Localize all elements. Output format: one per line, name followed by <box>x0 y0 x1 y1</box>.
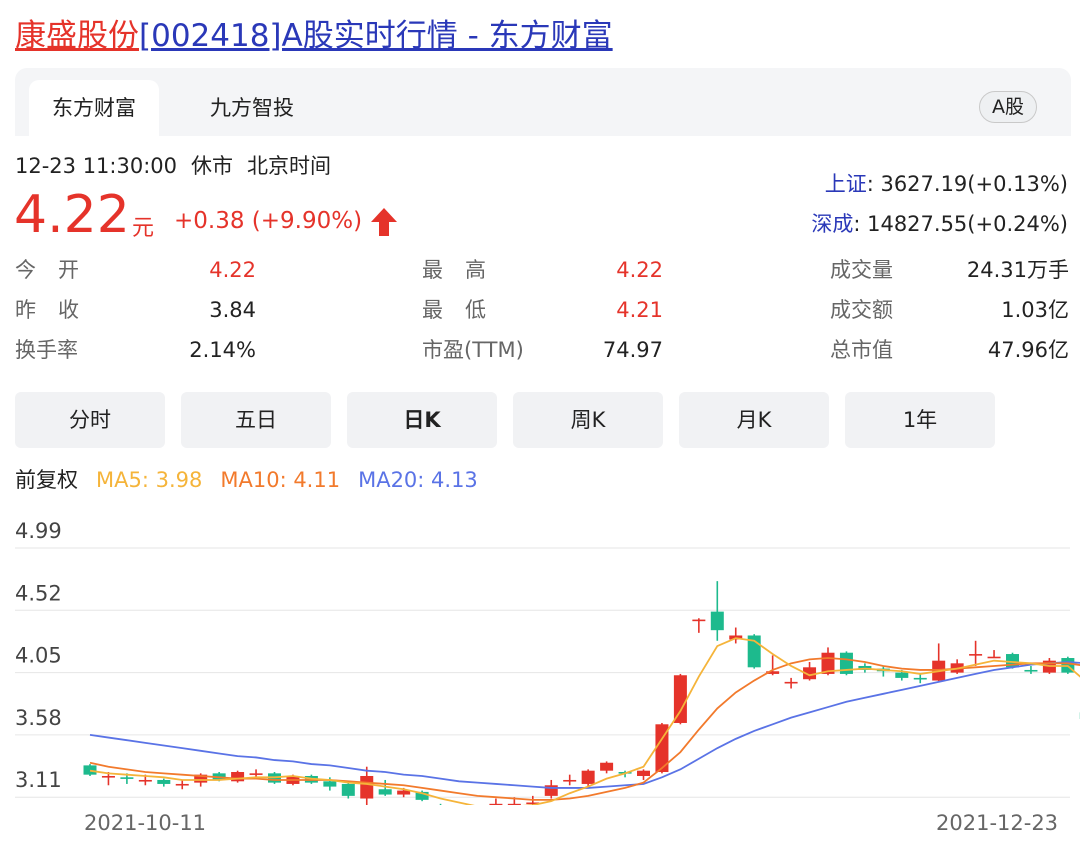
index-shenzhen-value: : 14827.55(+0.24%) <box>853 212 1068 236</box>
candle-body <box>987 656 1001 659</box>
candle-body <box>784 681 798 684</box>
current-price: 4.22 <box>14 185 130 245</box>
y-tick-label: 4.05 <box>15 644 62 668</box>
candle-body <box>360 775 374 799</box>
stock-name-link[interactable]: 康盛股份 <box>15 18 139 54</box>
index-shenzhen-link[interactable]: 深成 <box>811 212 853 236</box>
market-cap-value: 47.96亿 <box>987 338 1069 362</box>
y-tick-label: 3.11 <box>15 768 62 792</box>
ma-legend: 前复权 MA5: 3.98 MA10: 4.11 MA20: 4.13 <box>15 464 496 496</box>
candle-body <box>175 783 189 786</box>
candle-body <box>157 779 171 784</box>
trade-status: 12-23 11:30:00 休市 北京时间 <box>15 150 345 182</box>
pe-value: 74.97 <box>602 338 663 362</box>
page-title[interactable]: 康盛股份[002418]A股实时行情 - 东方财富 <box>15 14 613 58</box>
candle-body <box>341 783 355 796</box>
y-tick-label: 3.58 <box>15 706 62 730</box>
candle-body <box>489 803 503 805</box>
status-timezone: 北京时间 <box>247 154 332 178</box>
price-change: +0.38 (+9.90%) <box>174 208 363 234</box>
amount-value: 1.03亿 <box>1001 298 1069 322</box>
high-label: 最高 <box>422 258 508 282</box>
ma20-legend: MA20: 4.13 <box>358 468 478 492</box>
candle-body <box>600 762 614 771</box>
candle-body <box>969 654 983 656</box>
ma10-legend: MA10: 4.11 <box>220 468 341 492</box>
period-one-year[interactable]: 1年 <box>845 392 995 448</box>
candle-body <box>563 779 577 782</box>
open-label: 今开 <box>15 258 101 282</box>
index-shanghai-link[interactable]: 上证 <box>825 172 867 196</box>
candle-body <box>378 789 392 795</box>
ma5-legend: MA5: 3.98 <box>96 468 203 492</box>
status-state: 休市 <box>191 154 234 178</box>
period-daily-k[interactable]: 日K <box>347 392 497 448</box>
prev-close-value: 3.84 <box>209 298 256 322</box>
candle-body <box>895 672 909 678</box>
period-intraday[interactable]: 分时 <box>15 392 165 448</box>
candle-body <box>1024 669 1038 672</box>
open-value: 4.22 <box>209 258 256 282</box>
y-tick-label: 4.52 <box>15 581 62 605</box>
y-tick-label: 4.99 <box>15 519 62 543</box>
candle-body <box>692 619 706 622</box>
index-shanghai-value: : 3627.19(+0.13%) <box>866 172 1068 196</box>
turnover-rate-label: 换手率 <box>15 338 78 362</box>
candle-body <box>397 790 411 795</box>
amount-label: 成交额 <box>830 298 893 322</box>
candle-body <box>231 772 245 782</box>
candle-body <box>138 779 152 782</box>
candle-body <box>710 611 724 631</box>
ma20-line <box>89 661 1080 789</box>
title-link[interactable]: [002418]A股实时行情 - 东方财富 <box>139 18 613 54</box>
source-tab-bar: 东方财富 九方智投 A股 <box>15 68 1071 136</box>
turnover-rate-value: 2.14% <box>189 338 256 362</box>
x-axis-end-date: 2021-12-23 <box>936 811 1059 835</box>
index-shanghai: 上证: 3627.19(+0.13%) <box>825 168 1068 200</box>
low-label: 最低 <box>422 298 508 322</box>
period-monthly-k[interactable]: 月K <box>679 392 829 448</box>
high-value: 4.22 <box>616 258 663 282</box>
candle-body <box>83 765 97 775</box>
tab-jiufang[interactable]: 九方智投 <box>187 80 317 136</box>
pe-label: 市盈(TTM) <box>422 338 524 362</box>
kline-chart[interactable]: 4.99 4.52 4.05 3.58 3.11 <box>0 505 1080 805</box>
candle-body <box>101 775 115 778</box>
price-unit: 元 <box>132 216 155 241</box>
candle-body <box>249 773 263 775</box>
up-arrow-icon <box>371 208 397 236</box>
period-five-day[interactable]: 五日 <box>181 392 331 448</box>
low-value: 4.21 <box>616 298 663 322</box>
adjust-label[interactable]: 前复权 <box>15 468 78 492</box>
volume-value: 24.31万手 <box>966 258 1069 282</box>
market-cap-label: 总市值 <box>830 338 893 362</box>
candle-body <box>120 777 134 779</box>
x-axis-start-date: 2021-10-11 <box>84 811 207 835</box>
candle-body <box>507 803 521 805</box>
index-shenzhen: 深成: 14827.55(+0.24%) <box>811 208 1068 240</box>
prev-close-label: 昨收 <box>15 298 101 322</box>
candle-body <box>913 677 927 680</box>
period-weekly-k[interactable]: 周K <box>513 392 663 448</box>
candle-body <box>323 781 337 787</box>
tab-eastmoney[interactable]: 东方财富 <box>29 80 159 136</box>
candle-body <box>581 770 595 784</box>
volume-label: 成交量 <box>830 258 893 282</box>
candle-body <box>673 675 687 723</box>
status-datetime: 12-23 11:30:00 <box>15 154 178 178</box>
candle-body <box>637 770 650 776</box>
market-badge: A股 <box>979 91 1037 123</box>
